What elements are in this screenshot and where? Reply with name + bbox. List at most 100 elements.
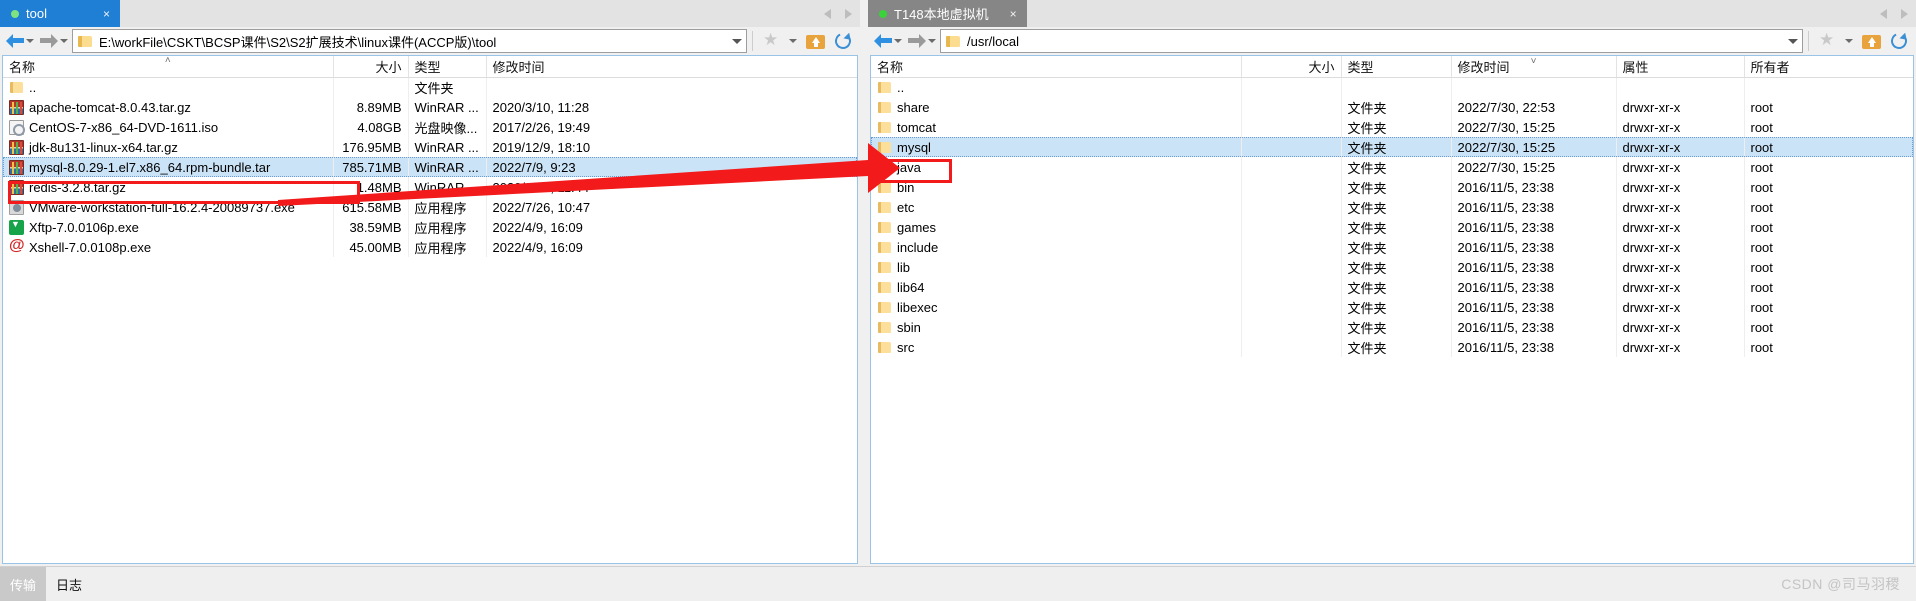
cell-mtime: 2016/11/5, 23:38	[1451, 277, 1617, 297]
chevron-down-icon[interactable]	[732, 38, 742, 44]
column-header-mtime[interactable]: 修改时间 ˅	[1451, 56, 1617, 78]
local-table-header-row: 名称 ˄ 大小 类型 修改时间	[3, 56, 857, 78]
toolbar-separator	[752, 31, 753, 51]
back-button[interactable]	[4, 29, 36, 53]
column-label: 所有者	[1750, 59, 1790, 75]
back-button[interactable]	[872, 29, 904, 53]
cell-mtime	[486, 77, 857, 97]
xshell-icon	[9, 237, 25, 255]
next-tab-icon[interactable]	[845, 8, 852, 19]
cell-owner: root	[1750, 159, 1773, 175]
cell-mtime: 2022/7/30, 15:25	[1451, 137, 1617, 157]
table-row[interactable]: jdk-8u131-linux-x64.tar.gz 176.95MB WinRAR…	[3, 137, 857, 157]
forward-button[interactable]	[906, 29, 938, 53]
table-row[interactable]: share 文件夹 2022/7/30, 22:53 drwxr-xr-x root	[871, 97, 1913, 117]
chevron-down-icon[interactable]	[60, 39, 68, 43]
cell-type: 应用程序	[408, 197, 487, 217]
table-row[interactable]: lib 文件夹 2016/11/5, 23:38 drwxr-xr-x root	[871, 257, 1913, 277]
table-row[interactable]: Xshell-7.0.0108p.exe 45.00MB应用程序 2022/4/9,…	[3, 237, 857, 257]
statusbar-tab-log[interactable]: 日志	[46, 567, 92, 601]
table-row[interactable]: etc 文件夹 2016/11/5, 23:38 drwxr-xr-x root	[871, 197, 1913, 217]
column-header-mtime[interactable]: 修改时间	[486, 56, 857, 78]
refresh-button[interactable]	[1886, 29, 1912, 53]
cell-size	[333, 77, 409, 97]
table-row[interactable]: bin 文件夹 2016/11/5, 23:38 drwxr-xr-x root	[871, 177, 1913, 197]
table-row[interactable]: java 文件夹 2022/7/30, 15:25 drwxr-xr-x root	[871, 157, 1913, 177]
table-row[interactable]: Xftp-7.0.0106p.exe 38.59MB应用程序 2022/4/9, 1…	[3, 217, 857, 237]
cell-type: 光盘映像...	[408, 117, 487, 137]
table-row[interactable]: .. 文件夹	[3, 77, 857, 97]
refresh-button[interactable]	[830, 29, 856, 53]
cell-size	[1241, 337, 1342, 357]
cell-mtime: 2022/7/30, 22:53	[1451, 97, 1617, 117]
cell-size	[1241, 177, 1342, 197]
tab-label: tool	[26, 6, 47, 21]
table-row[interactable]: games 文件夹 2016/11/5, 23:38 drwxr-xr-x root	[871, 217, 1913, 237]
file-name-label: java	[897, 159, 921, 175]
table-row[interactable]: sbin 文件夹 2016/11/5, 23:38 drwxr-xr-x root	[871, 317, 1913, 337]
bookmark-button[interactable]	[758, 29, 784, 53]
prev-tab-icon[interactable]	[1880, 8, 1887, 19]
close-icon[interactable]: ×	[996, 8, 1017, 20]
remote-file-list[interactable]: 名称 大小 类型 修改时间 ˅ 属性 所有者 .. share 文件夹 2022/7/…	[870, 55, 1914, 564]
back-arrow-icon	[6, 33, 24, 49]
table-row[interactable]: VMware-workstation-full-16.2.4-20089737.…	[3, 197, 857, 217]
forward-button[interactable]	[38, 29, 70, 53]
file-name-label: Xftp-7.0.0106p.exe	[29, 219, 139, 235]
next-tab-icon[interactable]	[1901, 8, 1908, 19]
close-icon[interactable]: ×	[89, 8, 110, 20]
column-header-name[interactable]: 名称	[871, 56, 1242, 78]
prev-tab-icon[interactable]	[824, 8, 831, 19]
pane-splitter[interactable]	[860, 0, 868, 566]
cell-mtime: 2016/11/5, 23:38	[1451, 197, 1617, 217]
remote-path-input[interactable]: /usr/local	[940, 29, 1803, 53]
local-path-input[interactable]: E:\workFile\CSKT\BCSP课件\S2\S2扩展技术\linux课…	[72, 29, 747, 53]
bookmark-dropdown[interactable]	[786, 29, 800, 53]
column-header-attrs[interactable]: 属性	[1616, 56, 1745, 78]
parent-folder-button[interactable]	[802, 29, 828, 53]
chevron-down-icon[interactable]	[26, 39, 34, 43]
local-file-list[interactable]: 名称 ˄ 大小 类型 修改时间 .. 文件夹 apache-tomcat-8.0.4…	[2, 55, 858, 564]
tab-local-tool[interactable]: tool ×	[0, 0, 120, 27]
file-name-label: apache-tomcat-8.0.43.tar.gz	[29, 99, 191, 115]
table-row[interactable]: redis-3.2.8.tar.gz 1.48MB WinRAR ... 2020/8…	[3, 177, 857, 197]
chevron-down-icon[interactable]	[894, 39, 902, 43]
tab-remote-session[interactable]: T148本地虚拟机 ×	[868, 0, 1027, 27]
cell-type: 应用程序	[408, 237, 487, 257]
table-row[interactable]: src 文件夹 2016/11/5, 23:38 drwxr-xr-x root	[871, 337, 1913, 357]
cell-type: 文件夹	[1341, 197, 1452, 217]
cell-name: sbin	[871, 317, 1242, 337]
cell-name: lib64	[871, 277, 1242, 297]
cell-owner: root	[1750, 259, 1773, 275]
file-name-label: include	[897, 239, 939, 255]
folder-icon	[877, 80, 892, 95]
parent-folder-button[interactable]	[1858, 29, 1884, 53]
table-row[interactable]: CentOS-7-x86_64-DVD-1611.iso 4.08GB 光盘映像..…	[3, 117, 857, 137]
chevron-down-icon[interactable]	[928, 39, 936, 43]
cell-owner: root	[1750, 119, 1773, 135]
column-header-name[interactable]: 名称 ˄	[3, 56, 334, 78]
bookmark-dropdown[interactable]	[1842, 29, 1856, 53]
table-row[interactable]: mysql 文件夹 2022/7/30, 15:25 drwxr-xr-x root	[871, 137, 1913, 157]
table-row[interactable]: apache-tomcat-8.0.43.tar.gz 8.89MB WinRAR …	[3, 97, 857, 117]
statusbar-tab-transfer[interactable]: 传输	[0, 567, 47, 601]
cell-mtime: 2016/11/5, 23:38	[1451, 337, 1617, 357]
cell-name: ..	[3, 77, 334, 97]
table-row[interactable]: lib64 文件夹 2016/11/5, 23:38 drwxr-xr-x root	[871, 277, 1913, 297]
column-header-size[interactable]: 大小	[333, 56, 409, 78]
table-row[interactable]: tomcat 文件夹 2022/7/30, 15:25 drwxr-xr-x root	[871, 117, 1913, 137]
bookmark-button[interactable]	[1814, 29, 1840, 53]
table-row[interactable]: mysql-8.0.29-1.el7.x86_64.rpm-bundle.tar…	[3, 157, 857, 177]
column-header-type[interactable]: 类型	[408, 56, 487, 78]
table-row[interactable]: libexec 文件夹 2016/11/5, 23:38 drwxr-xr-x root	[871, 297, 1913, 317]
table-row[interactable]: ..	[871, 77, 1913, 97]
chevron-down-icon[interactable]	[1788, 38, 1798, 44]
cell-name: src	[871, 337, 1242, 357]
rar-icon	[9, 159, 24, 175]
column-label: 名称	[9, 59, 36, 75]
column-header-owner[interactable]: 所有者	[1744, 56, 1913, 78]
column-header-size[interactable]: 大小	[1241, 56, 1342, 78]
column-header-type[interactable]: 类型	[1341, 56, 1452, 78]
table-row[interactable]: include 文件夹 2016/11/5, 23:38 drwxr-xr-x root	[871, 237, 1913, 257]
cell-mtime: 2016/11/5, 23:38	[1451, 217, 1617, 237]
